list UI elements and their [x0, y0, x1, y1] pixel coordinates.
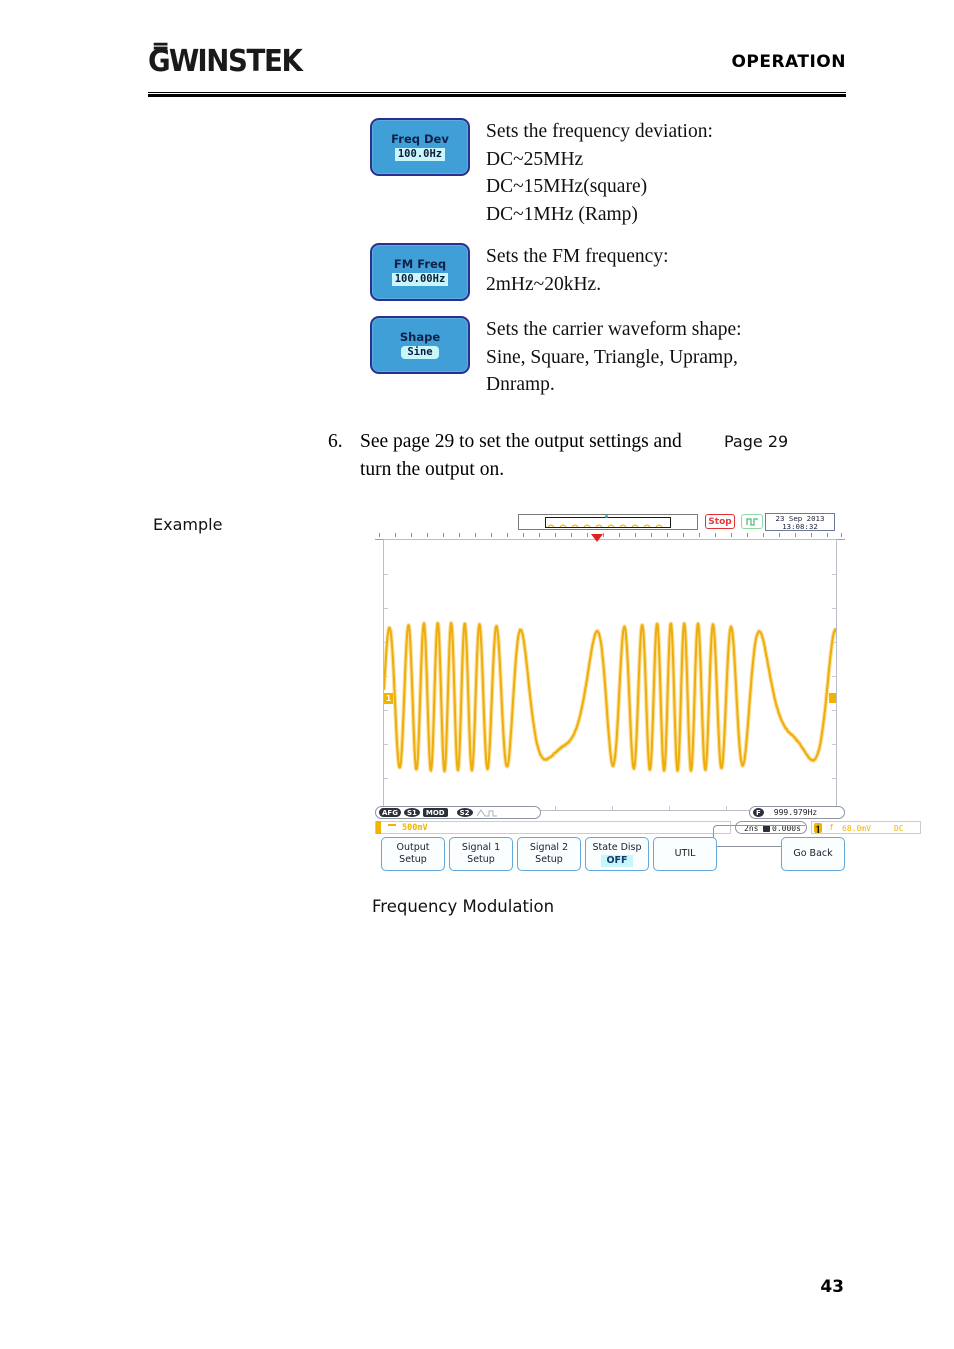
parameter-row-fm-freq: FM Freq 100.00Hz Sets the FM frequency: … [370, 243, 669, 301]
waveform-preview-window [545, 517, 671, 528]
softkey-go-back-line1: Go Back [793, 848, 832, 860]
softkey-util-line1: UTIL [675, 848, 696, 860]
waveform-shape-icon [476, 809, 498, 817]
softkey-signal2-setup[interactable]: Signal 2 Setup [517, 837, 581, 871]
softkey-shape[interactable]: Shape Sine [370, 316, 470, 374]
softkey-freq-dev-value: 100.0Hz [395, 148, 445, 161]
parameter-description-freq-dev: Sets the frequency deviation: DC~25MHz D… [486, 118, 713, 228]
softkey-shape-label: Shape [400, 331, 440, 344]
page-header: G̿WINSTEK OPERATION [148, 44, 846, 94]
example-label: Example [153, 515, 222, 534]
softkey-signal2-setup-line2: Setup [535, 854, 563, 866]
mode-status-pill: AFG S1 MOD S2 [375, 806, 541, 819]
pulse-icon [746, 517, 759, 526]
trigger-source-badge: 1 [814, 823, 822, 833]
softkey-freq-dev-label: Freq Dev [391, 133, 449, 146]
scope-time: 13:08:32 [766, 523, 834, 532]
softkey-signal1-setup-line2: Setup [467, 854, 495, 866]
step-number: 6. [328, 428, 343, 456]
frequency-measurement-pill: F 999.979Hz [749, 806, 845, 819]
softkey-state-disp-value: OFF [601, 855, 632, 867]
step-text: See page 29 to set the output settings a… [360, 428, 690, 484]
waveform-preview-trace [546, 522, 670, 528]
logo-instek-text: INSTEK [197, 44, 301, 79]
dc-coupling-icon [388, 824, 396, 826]
softkey-fm-freq[interactable]: FM Freq 100.00Hz [370, 243, 470, 301]
softkey-util[interactable]: UTIL [653, 837, 717, 871]
run-stop-status-badge[interactable]: Stop [705, 514, 735, 529]
softkey-state-disp-line1: State Disp [592, 842, 641, 854]
waveform-preview-box [518, 514, 698, 530]
trigger-coupling-value: DC [894, 824, 904, 833]
header-divider [148, 92, 846, 97]
page-number: 43 [820, 1277, 844, 1297]
softkey-signal2-setup-line1: Signal 2 [530, 842, 568, 854]
channel1-status[interactable]: 500mV [375, 821, 731, 834]
page-title: OPERATION [731, 52, 846, 72]
mod-badge: MOD [423, 808, 448, 817]
trigger-type-icon[interactable] [741, 514, 763, 529]
scope-top-bar: Stop 23 Sep 2013 13:08:32 [375, 512, 845, 532]
parameter-description-shape: Sets the carrier waveform shape: Sine, S… [486, 316, 742, 399]
trigger-level-value: 68.0mV [842, 824, 871, 833]
step-cross-reference[interactable]: Page 29 [724, 428, 788, 456]
waveform-graticule: 1 [383, 539, 837, 811]
softkey-output-setup-line1: Output [397, 842, 430, 854]
softkey-go-back[interactable]: Go Back [781, 837, 845, 871]
softkey-signal1-setup[interactable]: Signal 1 Setup [449, 837, 513, 871]
parameter-row-freq-dev: Freq Dev 100.0Hz Sets the frequency devi… [370, 118, 713, 228]
parameter-description-fm-freq: Sets the FM frequency: 2mHz~20kHz. [486, 243, 669, 298]
preview-position-marker [605, 515, 608, 518]
logo-gw-text: G̿W [148, 44, 197, 79]
fm-modulated-waveform [384, 540, 837, 811]
parameter-row-shape: Shape Sine Sets the carrier waveform sha… [370, 316, 742, 399]
softkey-signal1-setup-line1: Signal 1 [462, 842, 500, 854]
frequency-value: 999.979Hz [774, 808, 817, 817]
trigger-status[interactable]: 1 f 68.0mV DC [811, 821, 921, 834]
trigger-slope-icon: f [830, 823, 833, 832]
s1-badge: S1 [404, 808, 420, 817]
channel1-right-marker [829, 693, 836, 703]
frequency-badge: F [753, 808, 764, 817]
channel1-volts-div: 500mV [402, 823, 428, 833]
softkey-fm-freq-value: 100.00Hz [392, 273, 449, 286]
softkey-fm-freq-label: FM Freq [394, 258, 446, 271]
softkey-output-setup[interactable]: Output Setup [381, 837, 445, 871]
afg-badge: AFG [379, 808, 401, 817]
scope-status-row-top: AFG S1 MOD S2 F 999.979Hz [375, 806, 845, 820]
s2-badge: S2 [457, 808, 473, 817]
figure-caption: Frequency Modulation [372, 897, 554, 916]
scope-softkey-bar: Output Setup Signal 1 Setup Signal 2 Set… [375, 837, 845, 875]
softkey-output-setup-line2: Setup [399, 854, 427, 866]
softkey-freq-dev[interactable]: Freq Dev 100.0Hz [370, 118, 470, 176]
channel1-ground-marker[interactable]: 1 [384, 693, 393, 704]
trigger-position-marker[interactable] [591, 534, 603, 542]
softkey-shape-value: Sine [401, 346, 438, 359]
date-time-display: 23 Sep 2013 13:08:32 [765, 513, 835, 531]
oscilloscope-screenshot: Stop 23 Sep 2013 13:08:32 1 AFG S1 MOD S… [375, 512, 845, 875]
channel1-color-bar [376, 821, 381, 834]
gw-instek-logo: G̿WINSTEK [148, 44, 301, 79]
softkey-state-disp[interactable]: State Disp OFF [585, 837, 649, 871]
scope-display-area: 1 [375, 532, 845, 816]
